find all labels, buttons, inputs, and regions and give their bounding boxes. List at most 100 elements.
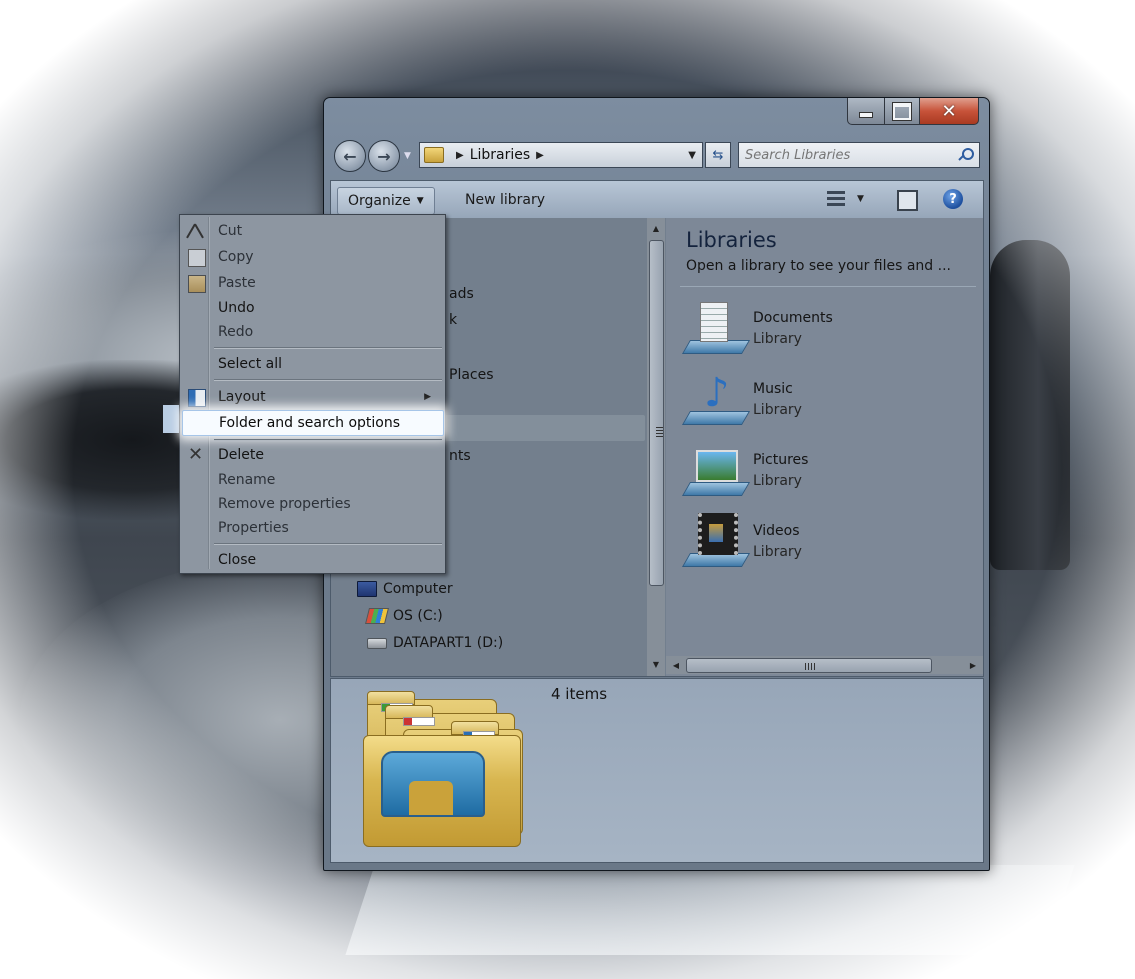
nav-item-fragment[interactable]: nts [449,448,471,464]
scroll-down-icon[interactable]: ▼ [647,656,665,672]
organize-button[interactable]: Organize ▼ [337,187,435,215]
menu-item-rename[interactable]: Rename [182,468,441,492]
breadcrumb-separator-icon[interactable]: ▶ [536,150,544,161]
menu-item-remove-properties[interactable]: Remove properties [182,492,441,516]
menu-item-label: Folder and search options [219,415,401,431]
menu-item-select-all[interactable]: Select all [182,352,441,376]
scroll-up-icon[interactable]: ▲ [647,220,665,236]
address-bar[interactable]: ▶ Libraries ▶ ▼ [419,142,703,168]
windows-drive-icon [365,608,389,624]
nav-item-os-c[interactable]: OS (C:) [365,608,443,624]
nav-item-datapart1-d[interactable]: DATAPART1 (D:) [367,635,503,651]
menu-item-close[interactable]: Close [182,548,441,572]
nav-item-fragment[interactable]: Places [449,367,494,383]
library-type: Library [753,402,802,418]
nav-item-computer[interactable]: Computer [357,581,453,597]
library-item-documents[interactable]: Documents Library [681,300,946,360]
layout-icon [188,389,206,407]
library-name: Music [753,381,793,397]
menu-item-copy[interactable]: Copy [182,245,441,269]
menu-item-delete[interactable]: ✕ Delete [182,443,441,467]
menu-item-label: Undo [218,300,255,316]
menu-item-redo[interactable]: Redo [182,320,441,344]
nav-selected-row[interactable] [421,415,645,441]
page-title: Libraries [686,228,777,252]
page-subtitle: Open a library to see your files and ... [686,258,951,274]
menu-item-properties[interactable]: Properties [182,516,441,540]
scroll-right-icon[interactable]: ▶ [965,656,981,674]
minimize-icon [859,112,873,118]
window-controls: ✕ [847,98,979,125]
menu-item-label: Paste [218,275,256,291]
libraries-large-icon [363,691,523,847]
nav-item-label: Computer [383,581,453,597]
menu-item-label: Copy [218,249,254,265]
scroll-left-icon[interactable]: ◀ [668,656,684,674]
menu-item-label: Delete [218,447,264,463]
scrollbar-thumb[interactable] [649,240,664,586]
menu-item-label: Cut [218,223,243,239]
forward-button[interactable]: → [368,140,400,172]
library-item-videos[interactable]: Videos Library [681,513,946,573]
grip-icon [805,663,815,670]
nav-item-fragment[interactable]: k [449,312,457,328]
back-button[interactable]: ← [334,140,366,172]
help-button[interactable]: ? [943,189,963,209]
close-button[interactable]: ✕ [920,98,979,125]
grip-icon [656,427,663,437]
back-arrow-icon: ← [343,146,357,166]
refresh-icon: ⇆ [712,147,724,163]
menu-item-layout[interactable]: Layout ▶ [182,385,441,409]
library-name: Pictures [753,452,809,468]
chevron-down-icon: ▼ [416,196,424,206]
breadcrumb-separator-icon[interactable]: ▶ [456,150,464,161]
menu-item-label: Select all [218,356,282,372]
nav-pane-vertical-scrollbar[interactable]: ▲ ▼ [647,218,665,676]
nav-item-label: OS (C:) [393,608,443,624]
library-item-pictures[interactable]: Pictures Library [681,442,946,502]
libraries-horizontal-scrollbar[interactable]: ◀ ▶ [666,656,983,674]
pictures-library-icon [681,442,751,496]
libraries-pane: Libraries Open a library to see your fil… [666,218,983,676]
menu-item-paste[interactable]: Paste [182,271,441,295]
drive-icon [367,637,387,649]
forward-arrow-icon: → [377,146,391,166]
menu-separator [214,543,442,545]
library-item-music[interactable]: ♪ Music Library [681,371,946,431]
breadcrumb-libraries[interactable]: Libraries [470,147,530,163]
nav-item-fragment[interactable]: ads [449,286,474,302]
submenu-arrow-icon: ▶ [424,392,431,402]
search-input[interactable] [739,146,947,164]
maximize-button[interactable] [885,98,920,125]
organize-label: Organize [348,193,411,209]
change-view-button[interactable]: ▼ [827,191,864,207]
address-history-dropdown-icon[interactable]: ▼ [688,150,696,161]
menu-item-label: Redo [218,324,254,340]
search-box[interactable] [738,142,980,168]
menu-highlight-glow [163,405,180,433]
menu-item-folder-and-search-options[interactable]: Folder and search options [182,410,444,436]
paste-icon [188,275,206,293]
divider [680,286,976,287]
menu-item-label: Properties [218,520,289,536]
scrollbar-thumb[interactable] [686,658,932,673]
minimize-button[interactable] [847,98,885,125]
organize-context-menu: Cut Copy Paste Undo Redo Select all Layo… [179,214,446,574]
menu-item-cut[interactable]: Cut [182,219,441,243]
menu-separator [214,439,442,441]
menu-separator [214,347,442,349]
scissors-icon [188,223,204,239]
recent-pages-dropdown-icon[interactable]: ▼ [404,151,411,161]
preview-pane-button[interactable] [897,190,918,211]
new-library-button[interactable]: New library [455,187,555,213]
chevron-down-icon[interactable]: ▼ [857,194,864,204]
library-type: Library [753,544,802,560]
maximize-icon [892,101,912,121]
documents-library-icon [681,300,751,354]
refresh-button[interactable]: ⇆ [705,142,731,168]
menu-item-label: Remove properties [218,496,351,512]
item-count: 4 items [551,685,608,703]
search-icon[interactable] [959,148,974,162]
menu-item-undo[interactable]: Undo [182,296,441,320]
delete-icon: ✕ [188,444,204,465]
